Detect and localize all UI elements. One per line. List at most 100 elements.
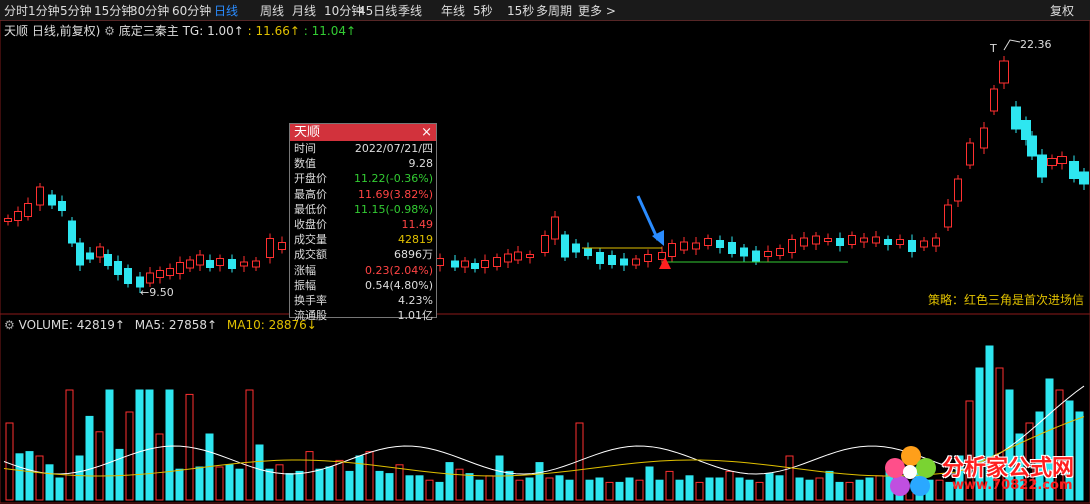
popup-row: 换手率 4.23% [290, 293, 436, 308]
volume-bar [315, 468, 324, 501]
volume-bar [355, 455, 364, 501]
volume-bar [45, 464, 54, 501]
candle-body [980, 127, 988, 149]
volume-bar [15, 453, 24, 501]
popup-header[interactable]: 天顺 × [290, 124, 436, 141]
candle-body [884, 239, 892, 245]
candle-body [436, 258, 444, 266]
kline-chart[interactable]: ←9.50 22.36 T [0, 20, 1090, 504]
volume-bar [285, 473, 294, 501]
tab-4[interactable]: 30分钟 [130, 2, 169, 19]
volume-bar [105, 389, 114, 501]
volume-bar [265, 468, 274, 501]
volume-bar [455, 468, 464, 501]
volume-bar [415, 475, 424, 501]
candle-body [824, 238, 832, 242]
volume-bar [555, 475, 564, 501]
volume-bar [605, 481, 614, 501]
volume-bar [635, 479, 644, 501]
volume-bar [815, 477, 824, 501]
tab-10[interactable]: 45日线 [358, 2, 397, 19]
candle-body [680, 241, 688, 251]
volume-bar [715, 477, 724, 501]
close-icon[interactable]: × [421, 124, 432, 141]
popup-row-label: 开盘价 [294, 172, 327, 186]
tab-2[interactable]: 5分钟 [60, 2, 92, 19]
tab-11[interactable]: 季线 [398, 2, 422, 19]
volume-bar [385, 473, 394, 501]
fuquan-button[interactable]: 复权 [1050, 2, 1074, 19]
popup-row-label: 换手率 [294, 293, 327, 307]
volume-bar [235, 468, 244, 501]
tab-15[interactable]: 多周期 [536, 2, 572, 19]
volume-bar [615, 481, 624, 501]
indicator-name[interactable]: 底定三秦主 [119, 24, 179, 38]
volume-bar [85, 415, 94, 501]
volume-bar [805, 479, 814, 501]
popup-row-value: 4.23% [398, 293, 433, 307]
tab-13[interactable]: 5秒 [473, 2, 493, 19]
settings-gear-icon[interactable]: ⚙ [4, 318, 15, 332]
volume-bar [25, 451, 34, 501]
high-price-label: 22.36 [1020, 38, 1052, 51]
volume-bar [845, 481, 854, 501]
tab-6[interactable]: 日线 [214, 2, 238, 19]
candle-body [812, 235, 820, 245]
volume-bar [65, 389, 74, 501]
tab-14[interactable]: 15秒 [507, 2, 534, 19]
candle-body [196, 254, 204, 266]
volume-bar [595, 477, 604, 501]
watermark-logo: 分析家公式网 www.70822.com [880, 442, 1080, 500]
tab-1[interactable]: 1分钟 [28, 2, 60, 19]
indicator-tg: TG: 1.00↑ [182, 24, 244, 38]
volume-bar [795, 477, 804, 501]
candle-body [124, 268, 132, 284]
popup-row-value: 9.28 [408, 157, 434, 171]
candle-body [776, 248, 784, 256]
indicator-v1: : 11.66↑ [247, 24, 300, 38]
volume-bar [665, 470, 674, 501]
popup-row-value: 11.22(-0.36%) [354, 172, 433, 186]
candle-body [451, 260, 459, 268]
popup-row: 振幅 0.54(4.80%) [290, 278, 436, 293]
popup-row: 收盘价 11.49 [290, 217, 436, 232]
volume-bar [245, 389, 254, 501]
popup-row-value: 11.69(3.82%) [357, 187, 433, 201]
volume-bar [775, 475, 784, 501]
candle-body [176, 262, 184, 274]
tab-12[interactable]: 年线 [441, 2, 465, 19]
settings-gear-icon[interactable]: ⚙ [104, 24, 115, 38]
candle-body [704, 238, 712, 246]
candle-body [36, 186, 44, 206]
tab-5[interactable]: 60分钟 [172, 2, 211, 19]
volume-bar [655, 479, 664, 501]
popup-row-value: 0.23(2.04%) [364, 263, 433, 277]
volume-bar [825, 470, 834, 501]
candle-body [872, 236, 880, 244]
popup-rows: 时间 2022/07/21/四 数值 9.28 开盘价 11.22(-0.36%) 最高价 1… [290, 141, 436, 323]
popup-row-value: 42819 [398, 233, 433, 247]
candle-body [526, 254, 534, 258]
volume-bar [425, 479, 434, 501]
tab-8[interactable]: 月线 [292, 2, 316, 19]
tab-16[interactable]: 更多 > [578, 2, 616, 19]
candle-body [584, 248, 592, 256]
volume-bar [475, 479, 484, 501]
candle-body [990, 88, 998, 112]
candle-body [572, 243, 580, 253]
volume-bar [705, 477, 714, 501]
tab-7[interactable]: 周线 [260, 2, 284, 19]
candle-body [1037, 154, 1047, 178]
strategy-note: 策略：红色三角是首次进场信 [927, 293, 1084, 307]
volume-bar [765, 473, 774, 501]
chart-border [0, 20, 1090, 504]
candle-body [966, 142, 974, 166]
volume-bar [565, 479, 574, 501]
candle-body [788, 239, 796, 253]
tab-3[interactable]: 15分钟 [94, 2, 133, 19]
tab-0[interactable]: 分时 [4, 2, 28, 19]
volume-bar [785, 455, 794, 501]
candle-body [228, 259, 236, 269]
volume-bar [725, 470, 734, 501]
volume-bar [305, 451, 314, 501]
